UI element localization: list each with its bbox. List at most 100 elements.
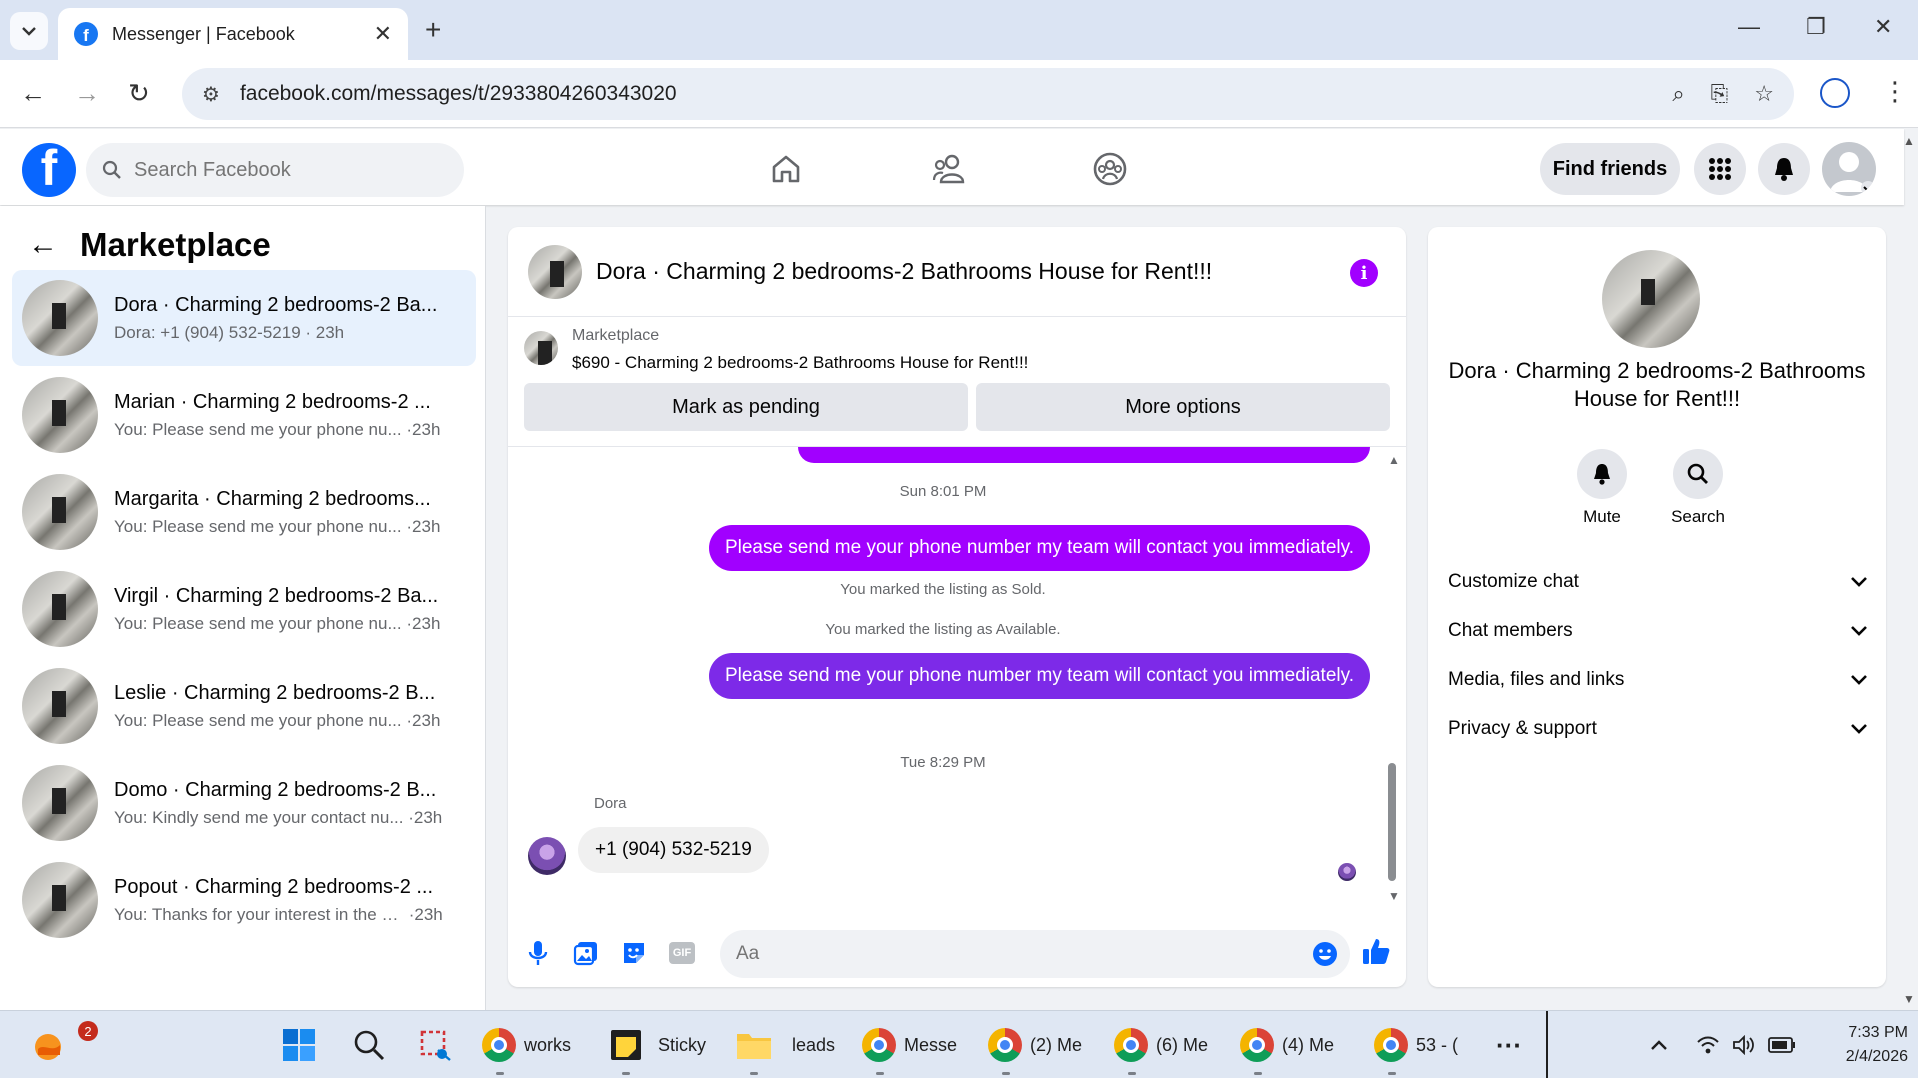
message-input[interactable] [736,943,1276,965]
chevron-down-icon [22,27,36,36]
tab-search-button[interactable] [10,12,48,50]
scroll-up-arrow-icon[interactable]: ▲ [1388,453,1400,467]
taskbar-app-chrome[interactable]: (4) Me [1240,1011,1334,1078]
account-avatar[interactable] [1822,142,1876,196]
back-icon[interactable]: ← [20,78,46,109]
groups-icon[interactable] [1090,149,1130,189]
photo-icon[interactable] [572,939,600,967]
facebook-search[interactable] [86,143,464,197]
taskbar-app-chrome[interactable]: Messe [862,1011,957,1078]
chat-avatar[interactable] [528,244,582,299]
restore-icon[interactable]: ❐ [1806,14,1826,40]
battery-icon[interactable] [1768,1011,1796,1078]
search-icon [102,160,121,179]
conversation-item[interactable]: Marian · Charming 2 bedrooms-2 ... You: … [12,367,476,463]
customize-chat-section[interactable]: Customize chat [1448,559,1868,605]
page-scroll-up-icon[interactable]: ▲ [1903,134,1915,148]
conversation-item[interactable]: Dora · Charming 2 bedrooms-2 Ba... Dora:… [12,270,476,366]
find-friends-button[interactable]: Find friends [1540,143,1680,195]
back-arrow-icon[interactable]: ← [28,228,58,262]
address-bar[interactable]: ⚙ facebook.com/messages/t/29338042603430… [182,68,1794,120]
chrome-menu-icon[interactable]: ⋮ [1882,76,1908,107]
conversation-snippet: Dora: +1 (904) 532-5219 [114,322,301,342]
microphone-icon[interactable] [524,939,552,967]
close-tab-icon[interactable]: ✕ [374,21,392,47]
browser-tab[interactable]: f Messenger | Facebook ✕ [58,8,408,60]
chrome-icon [988,1028,1022,1062]
sender-avatar[interactable] [528,837,566,875]
wifi-icon[interactable] [1696,1011,1720,1078]
taskbar-app-chrome[interactable]: 53 - ( [1374,1011,1458,1078]
home-icon[interactable] [766,149,806,189]
conversation-item[interactable]: Popout · Charming 2 bedrooms-2 ... You: … [12,852,476,948]
taskbar-app-chrome[interactable]: (6) Me [1114,1011,1208,1078]
mark-as-pending-button[interactable]: Mark as pending [524,383,968,431]
widgets-icon[interactable]: 2 [30,1011,98,1078]
close-window-icon[interactable]: ✕ [1874,14,1892,40]
search-input[interactable] [134,158,434,182]
reload-icon[interactable]: ↻ [128,78,150,109]
message-input-wrapper[interactable] [720,930,1350,978]
outgoing-message[interactable]: Please send me your phone number my team… [708,653,1370,699]
page-scroll-down-icon[interactable]: ▼ [1903,992,1915,1006]
volume-icon[interactable] [1732,1011,1756,1078]
conversation-item[interactable]: Domo · Charming 2 bedrooms-2 B... You: K… [12,755,476,851]
friends-icon[interactable] [930,149,970,189]
media-files-links-section[interactable]: Media, files and links [1448,657,1868,703]
like-thumbs-up-icon[interactable] [1360,935,1392,967]
listing-thumbnail [22,668,98,744]
show-hidden-icons-chevron-icon[interactable] [1650,1011,1668,1078]
info-icon[interactable]: i [1350,259,1378,287]
install-app-icon[interactable]: ⎘ [1711,81,1729,107]
url-text[interactable]: facebook.com/messages/t/2933804260343020 [240,82,1646,106]
mute-button[interactable]: Mute [1562,449,1642,527]
menu-grid-icon[interactable] [1694,143,1746,195]
browser-toolbar: ← → ↻ ⚙ facebook.com/messages/t/29338042… [0,60,1918,128]
snipping-tool-icon[interactable] [418,1011,452,1078]
sender-name: Dora [594,795,627,812]
chat-members-section[interactable]: Chat members [1448,608,1868,654]
conversation-item[interactable]: Margarita · Charming 2 bedrooms... You: … [12,464,476,560]
scroll-down-arrow-icon[interactable]: ▼ [1388,889,1400,903]
forward-icon[interactable]: → [74,78,100,109]
more-options-button[interactable]: More options [976,383,1390,431]
bookmark-star-icon[interactable]: ☆ [1754,81,1774,107]
chrome-profile-icon[interactable] [1820,78,1850,108]
listing-title[interactable]: $690 - Charming 2 bedrooms-2 Bathrooms H… [572,353,1028,373]
taskbar-app-label: Sticky [658,1034,707,1055]
notifications-bell-icon[interactable] [1758,143,1810,195]
more-apps-icon[interactable]: ··· [1496,1011,1522,1078]
sticker-icon[interactable] [620,939,648,967]
start-button-icon[interactable] [282,1011,316,1078]
taskbar-app-chrome[interactable]: (2) Me [988,1011,1082,1078]
chat-title[interactable]: Dora · Charming 2 bedrooms-2 Bathrooms H… [596,258,1212,285]
new-tab-button[interactable]: + [425,14,441,46]
section-label: Customize chat [1448,571,1579,592]
taskbar-app-file-explorer[interactable]: leads [736,1011,835,1078]
privacy-support-section[interactable]: Privacy & support [1448,706,1868,752]
incoming-message[interactable]: +1 (904) 532-5219 [578,827,769,873]
conversation-time: 23h [413,807,443,827]
conversation-avatar[interactable] [1602,250,1700,348]
chat-scrollbar[interactable] [1388,763,1396,881]
search-in-conversation-button[interactable]: Search [1658,449,1738,527]
taskbar-app-sticky-notes[interactable]: Sticky [610,1011,706,1078]
folder-icon [737,1034,771,1059]
minimize-icon[interactable]: — [1738,14,1760,40]
taskbar-search-icon[interactable] [352,1011,386,1078]
taskbar-app-label: works [524,1034,572,1055]
browser-tab-bar: f Messenger | Facebook ✕ + — ❐ ✕ [0,0,1918,60]
gif-icon[interactable]: GIF [668,939,696,967]
facebook-logo-icon[interactable]: f [22,143,76,197]
outgoing-message[interactable]: Please send me your phone number my team… [708,525,1370,571]
emoji-icon[interactable] [1312,941,1338,967]
system-clock[interactable]: 7:33 PM 2/4/2026 [1808,1021,1908,1069]
site-settings-icon[interactable]: ⚙ [202,82,220,107]
conversation-item[interactable]: Virgil · Charming 2 bedrooms-2 Ba... You… [12,561,476,657]
listing-thumbnail[interactable] [524,331,558,365]
notification-badge: 2 [78,1021,98,1041]
zoom-icon[interactable]: ⌕ [1672,81,1684,107]
taskbar-app-chrome[interactable]: works [482,1011,571,1078]
listing-thumbnail [22,377,98,453]
conversation-item[interactable]: Leslie · Charming 2 bedrooms-2 B... You:… [12,658,476,754]
